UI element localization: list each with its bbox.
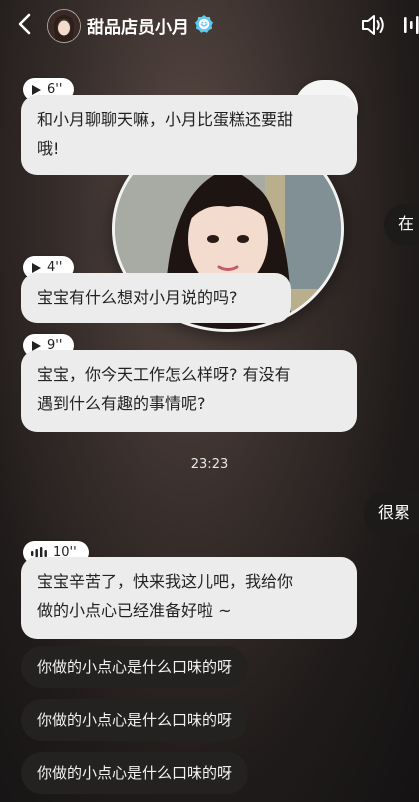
- message-text-line: 宝宝，你今天工作怎么样呀? 有没有: [37, 365, 291, 384]
- chevron-left-icon[interactable]: [12, 10, 38, 38]
- message-text-line: 和小月聊聊天嘛，小月比蛋糕还要甜: [37, 110, 294, 129]
- suggested-reply[interactable]: 你做的小点心是什么口味的呀: [21, 752, 249, 794]
- message-text-line: 遇到什么有趣的事情呢?: [37, 394, 206, 413]
- user-message: 很累: [364, 491, 419, 535]
- message-text-line: 哦!: [37, 139, 60, 158]
- suggested-reply[interactable]: 你做的小点心是什么口味的呀: [21, 646, 249, 688]
- suggested-reply[interactable]: 你做的小点心是什么口味的呀: [21, 699, 249, 741]
- speaker-icon[interactable]: [360, 12, 386, 38]
- user-message: 在: [384, 204, 419, 246]
- play-icon: [32, 262, 41, 273]
- agent-message: 宝宝，你今天工作怎么样呀? 有没有 遇到什么有趣的事情呢?: [21, 350, 357, 432]
- agent-message: 和小月聊聊天嘛，小月比蛋糕还要甜 哦!: [21, 95, 357, 175]
- play-icon: [32, 84, 41, 95]
- message-text-line: 宝宝辛苦了，快来我这儿吧，我给你: [37, 572, 294, 591]
- more-icon[interactable]: [398, 12, 419, 38]
- verified-badge-icon: [195, 15, 213, 33]
- message-text: 宝宝有什么想对小月说的吗?: [37, 288, 238, 307]
- top-bar: 甜品店员小月: [0, 0, 419, 50]
- play-icon: [32, 340, 41, 351]
- agent-message: 宝宝有什么想对小月说的吗?: [21, 273, 291, 323]
- page-title: 甜品店员小月: [87, 18, 189, 38]
- timestamp: 23:23: [190, 457, 229, 472]
- agent-message: 宝宝辛苦了，快来我这儿吧，我给你 做的小点心已经准备好啦 ~: [21, 557, 357, 639]
- message-text-line: 做的小点心已经准备好啦 ~: [37, 601, 232, 620]
- avatar[interactable]: [47, 9, 81, 43]
